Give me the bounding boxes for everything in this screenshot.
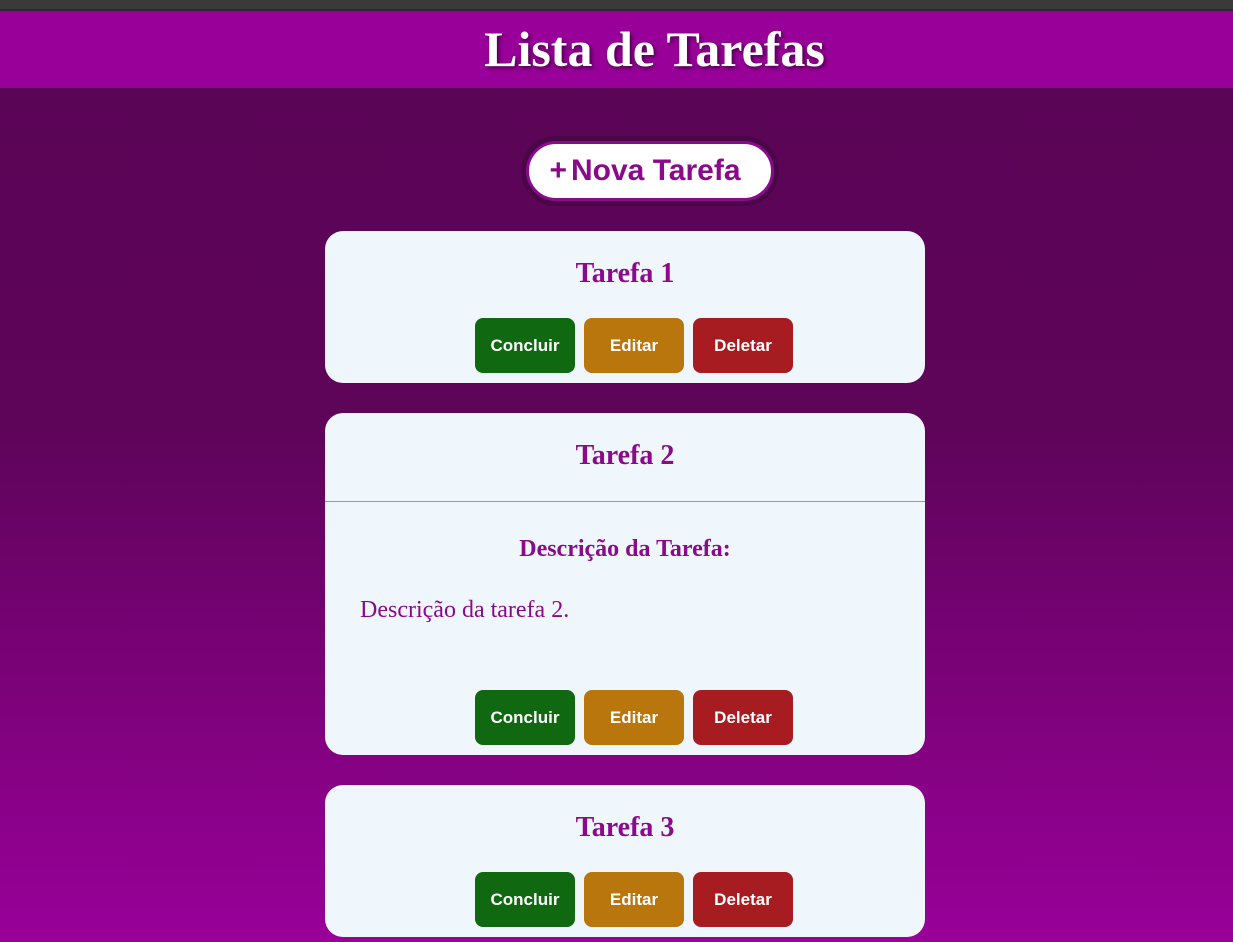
task-actions: Concluir Editar Deletar	[475, 872, 793, 927]
edit-button[interactable]: Editar	[584, 872, 684, 927]
page-header: Lista de Tarefas	[0, 11, 1233, 88]
task-card-expanded[interactable]: Tarefa 2 Descrição da Tarefa: Descrição …	[325, 413, 925, 755]
task-title: Tarefa 2	[575, 440, 675, 471]
new-task-button[interactable]: + Nova Tarefa	[526, 141, 774, 201]
browser-top-strip	[0, 0, 1233, 11]
complete-button[interactable]: Concluir	[475, 690, 575, 745]
plus-icon: +	[549, 154, 567, 187]
delete-button[interactable]: Deletar	[693, 318, 793, 373]
edit-button[interactable]: Editar	[584, 690, 684, 745]
task-divider	[325, 501, 925, 502]
edit-button[interactable]: Editar	[584, 318, 684, 373]
complete-button[interactable]: Concluir	[475, 318, 575, 373]
task-actions: Concluir Editar Deletar	[475, 318, 793, 373]
task-title: Tarefa 1	[575, 258, 675, 289]
delete-button[interactable]: Deletar	[693, 872, 793, 927]
delete-button[interactable]: Deletar	[693, 690, 793, 745]
description-heading: Descrição da Tarefa:	[519, 536, 731, 562]
complete-button[interactable]: Concluir	[475, 872, 575, 927]
task-card[interactable]: Tarefa 1 Concluir Editar Deletar	[325, 231, 925, 383]
task-title: Tarefa 3	[575, 812, 675, 843]
new-task-label: Nova Tarefa	[571, 154, 741, 187]
page-title: Lista de Tarefas	[484, 20, 825, 77]
task-description: Descrição da tarefa 2.	[360, 597, 570, 623]
task-card[interactable]: Tarefa 3 Concluir Editar Deletar	[325, 785, 925, 937]
task-actions: Concluir Editar Deletar	[475, 690, 793, 745]
